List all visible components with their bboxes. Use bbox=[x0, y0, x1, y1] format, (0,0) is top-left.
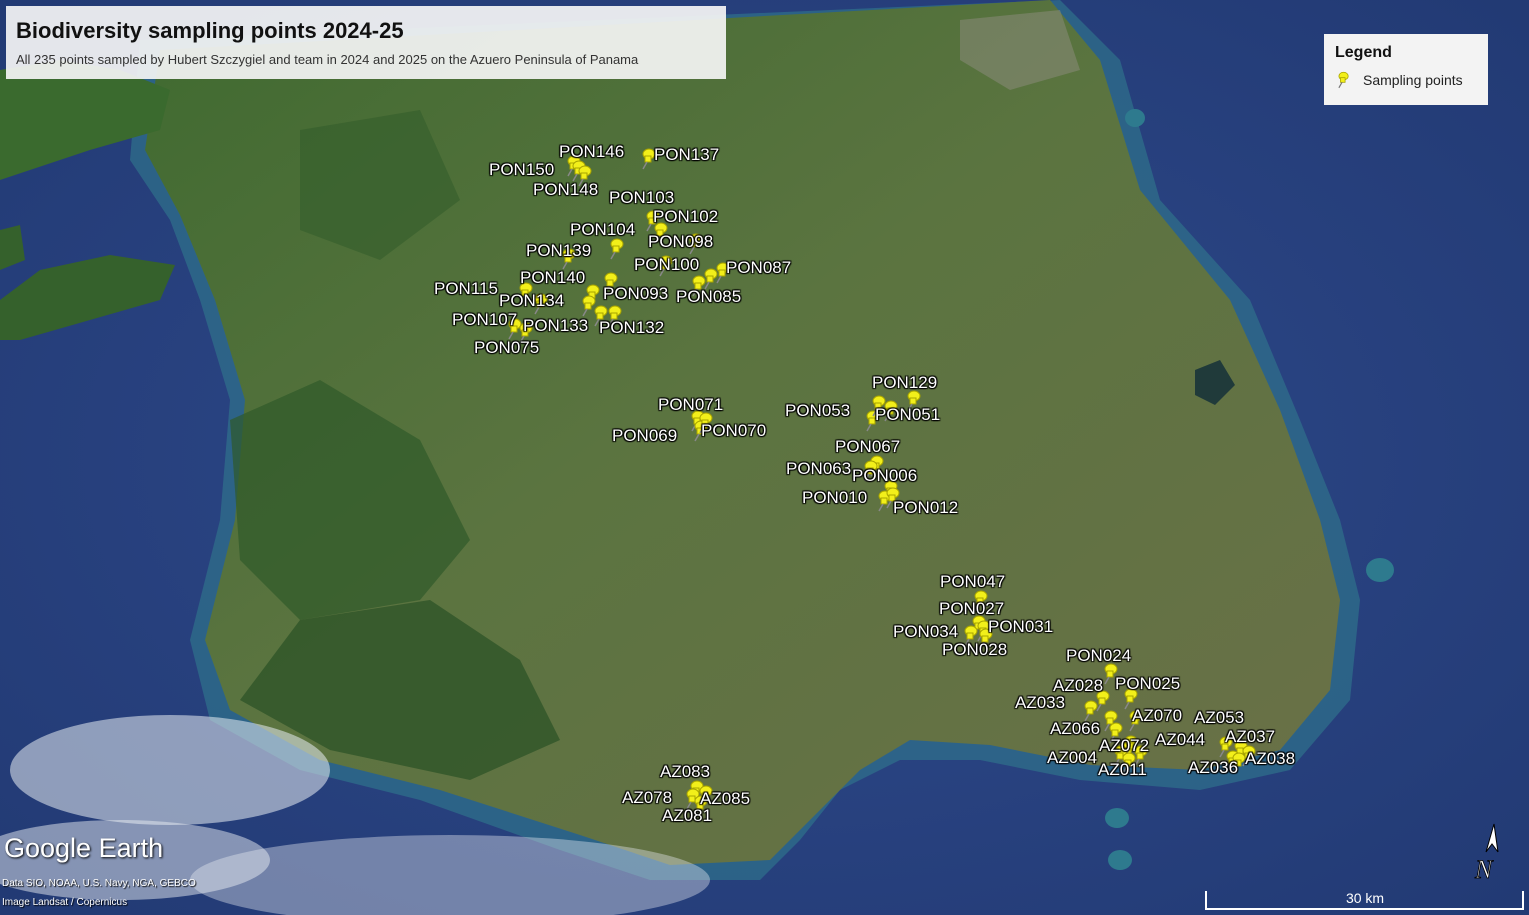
point-label[interactable]: PON133 bbox=[523, 316, 588, 336]
point-label[interactable]: PON006 bbox=[852, 466, 917, 486]
point-label[interactable]: PON134 bbox=[499, 291, 564, 311]
map-title: Biodiversity sampling points 2024-25 bbox=[16, 18, 404, 43]
cloud bbox=[10, 715, 330, 825]
scale-bar: 30 km bbox=[1205, 889, 1525, 911]
point-label[interactable]: AZ038 bbox=[1245, 749, 1295, 769]
point-label[interactable]: PON115 bbox=[434, 279, 498, 299]
point-label[interactable]: PON148 bbox=[533, 180, 598, 200]
point-label[interactable]: AZ036 bbox=[1188, 758, 1238, 778]
point-label[interactable]: AZ070 bbox=[1132, 706, 1182, 726]
point-label[interactable]: PON075 bbox=[474, 338, 539, 358]
pushpin-icon[interactable] bbox=[606, 238, 624, 260]
north-arrow-icon[interactable]: N bbox=[1470, 822, 1504, 882]
point-label[interactable]: PON103 bbox=[609, 188, 674, 208]
point-label[interactable]: PON028 bbox=[942, 640, 1007, 660]
point-label[interactable]: PON012 bbox=[893, 498, 958, 518]
pushpin-icon[interactable] bbox=[578, 295, 596, 317]
point-label[interactable]: PON051 bbox=[875, 405, 940, 425]
point-label[interactable]: PON087 bbox=[726, 258, 791, 278]
legend-heading: Legend bbox=[1335, 44, 1392, 61]
islet bbox=[1108, 850, 1132, 870]
point-label[interactable]: AZ037 bbox=[1225, 727, 1275, 747]
point-label[interactable]: PON146 bbox=[559, 142, 624, 162]
point-label[interactable]: PON140 bbox=[520, 268, 585, 288]
point-label[interactable]: PON139 bbox=[526, 241, 591, 261]
point-label[interactable]: PON104 bbox=[570, 220, 635, 240]
point-label[interactable]: PON069 bbox=[612, 426, 677, 446]
point-label[interactable]: PON031 bbox=[988, 617, 1053, 637]
point-label[interactable]: AZ011 bbox=[1098, 760, 1147, 780]
point-label[interactable]: PON063 bbox=[786, 459, 851, 479]
google-earth-logo: Google Earth bbox=[4, 833, 164, 863]
point-label[interactable]: PON010 bbox=[802, 488, 867, 508]
point-label[interactable]: PON150 bbox=[489, 160, 554, 180]
point-label[interactable]: AZ033 bbox=[1015, 693, 1065, 713]
point-label[interactable]: PON053 bbox=[785, 401, 850, 421]
image-credit: Image Landsat / Copernicus bbox=[2, 897, 128, 908]
point-label[interactable]: PON067 bbox=[835, 437, 900, 457]
pushpin-icon[interactable] bbox=[1100, 710, 1118, 732]
point-label[interactable]: PON129 bbox=[872, 373, 937, 393]
point-label[interactable]: PON137 bbox=[654, 145, 719, 165]
islet bbox=[1105, 808, 1129, 828]
north-letter: N bbox=[1474, 855, 1494, 882]
point-label[interactable]: AZ078 bbox=[622, 788, 672, 808]
point-label[interactable]: PON100 bbox=[634, 255, 699, 275]
point-label[interactable]: PON132 bbox=[599, 318, 664, 338]
point-label[interactable]: AZ053 bbox=[1194, 708, 1244, 728]
point-label[interactable]: PON107 bbox=[452, 310, 517, 330]
point-label[interactable]: PON070 bbox=[701, 421, 766, 441]
point-label[interactable]: AZ066 bbox=[1050, 719, 1100, 739]
point-label[interactable]: PON027 bbox=[939, 599, 1004, 619]
satellite-map[interactable] bbox=[0, 0, 1529, 915]
point-label[interactable]: AZ081 bbox=[662, 806, 712, 826]
point-label[interactable]: PON034 bbox=[893, 622, 958, 642]
legend-item[interactable]: Sampling points bbox=[1335, 71, 1477, 89]
point-label[interactable]: PON085 bbox=[676, 287, 741, 307]
point-label[interactable]: PON071 bbox=[658, 395, 723, 415]
point-label[interactable]: PON093 bbox=[603, 284, 668, 304]
point-label[interactable]: AZ044 bbox=[1155, 730, 1205, 750]
point-label[interactable]: AZ004 bbox=[1047, 748, 1097, 768]
point-label[interactable]: AZ072 bbox=[1099, 736, 1149, 756]
legend[interactable]: Legend Sampling points bbox=[1324, 34, 1488, 105]
legend-item-label: Sampling points bbox=[1363, 72, 1463, 88]
point-label[interactable]: PON024 bbox=[1066, 646, 1131, 666]
islet bbox=[1366, 558, 1394, 582]
map-subtitle: All 235 points sampled by Hubert Szczygi… bbox=[16, 52, 639, 67]
point-label[interactable]: PON098 bbox=[648, 232, 713, 252]
point-label[interactable]: AZ083 bbox=[660, 762, 710, 782]
point-label[interactable]: PON102 bbox=[653, 207, 718, 227]
title-box: Biodiversity sampling points 2024-25 All… bbox=[6, 6, 726, 79]
data-credit: Data SIO, NOAA, U.S. Navy, NGA, GEBCO bbox=[2, 878, 196, 889]
scale-label: 30 km bbox=[1345, 890, 1385, 906]
point-label[interactable]: PON047 bbox=[940, 572, 1005, 592]
point-label[interactable]: PON025 bbox=[1115, 674, 1180, 694]
islet bbox=[1125, 109, 1145, 127]
pushpin-icon bbox=[1338, 71, 1349, 89]
